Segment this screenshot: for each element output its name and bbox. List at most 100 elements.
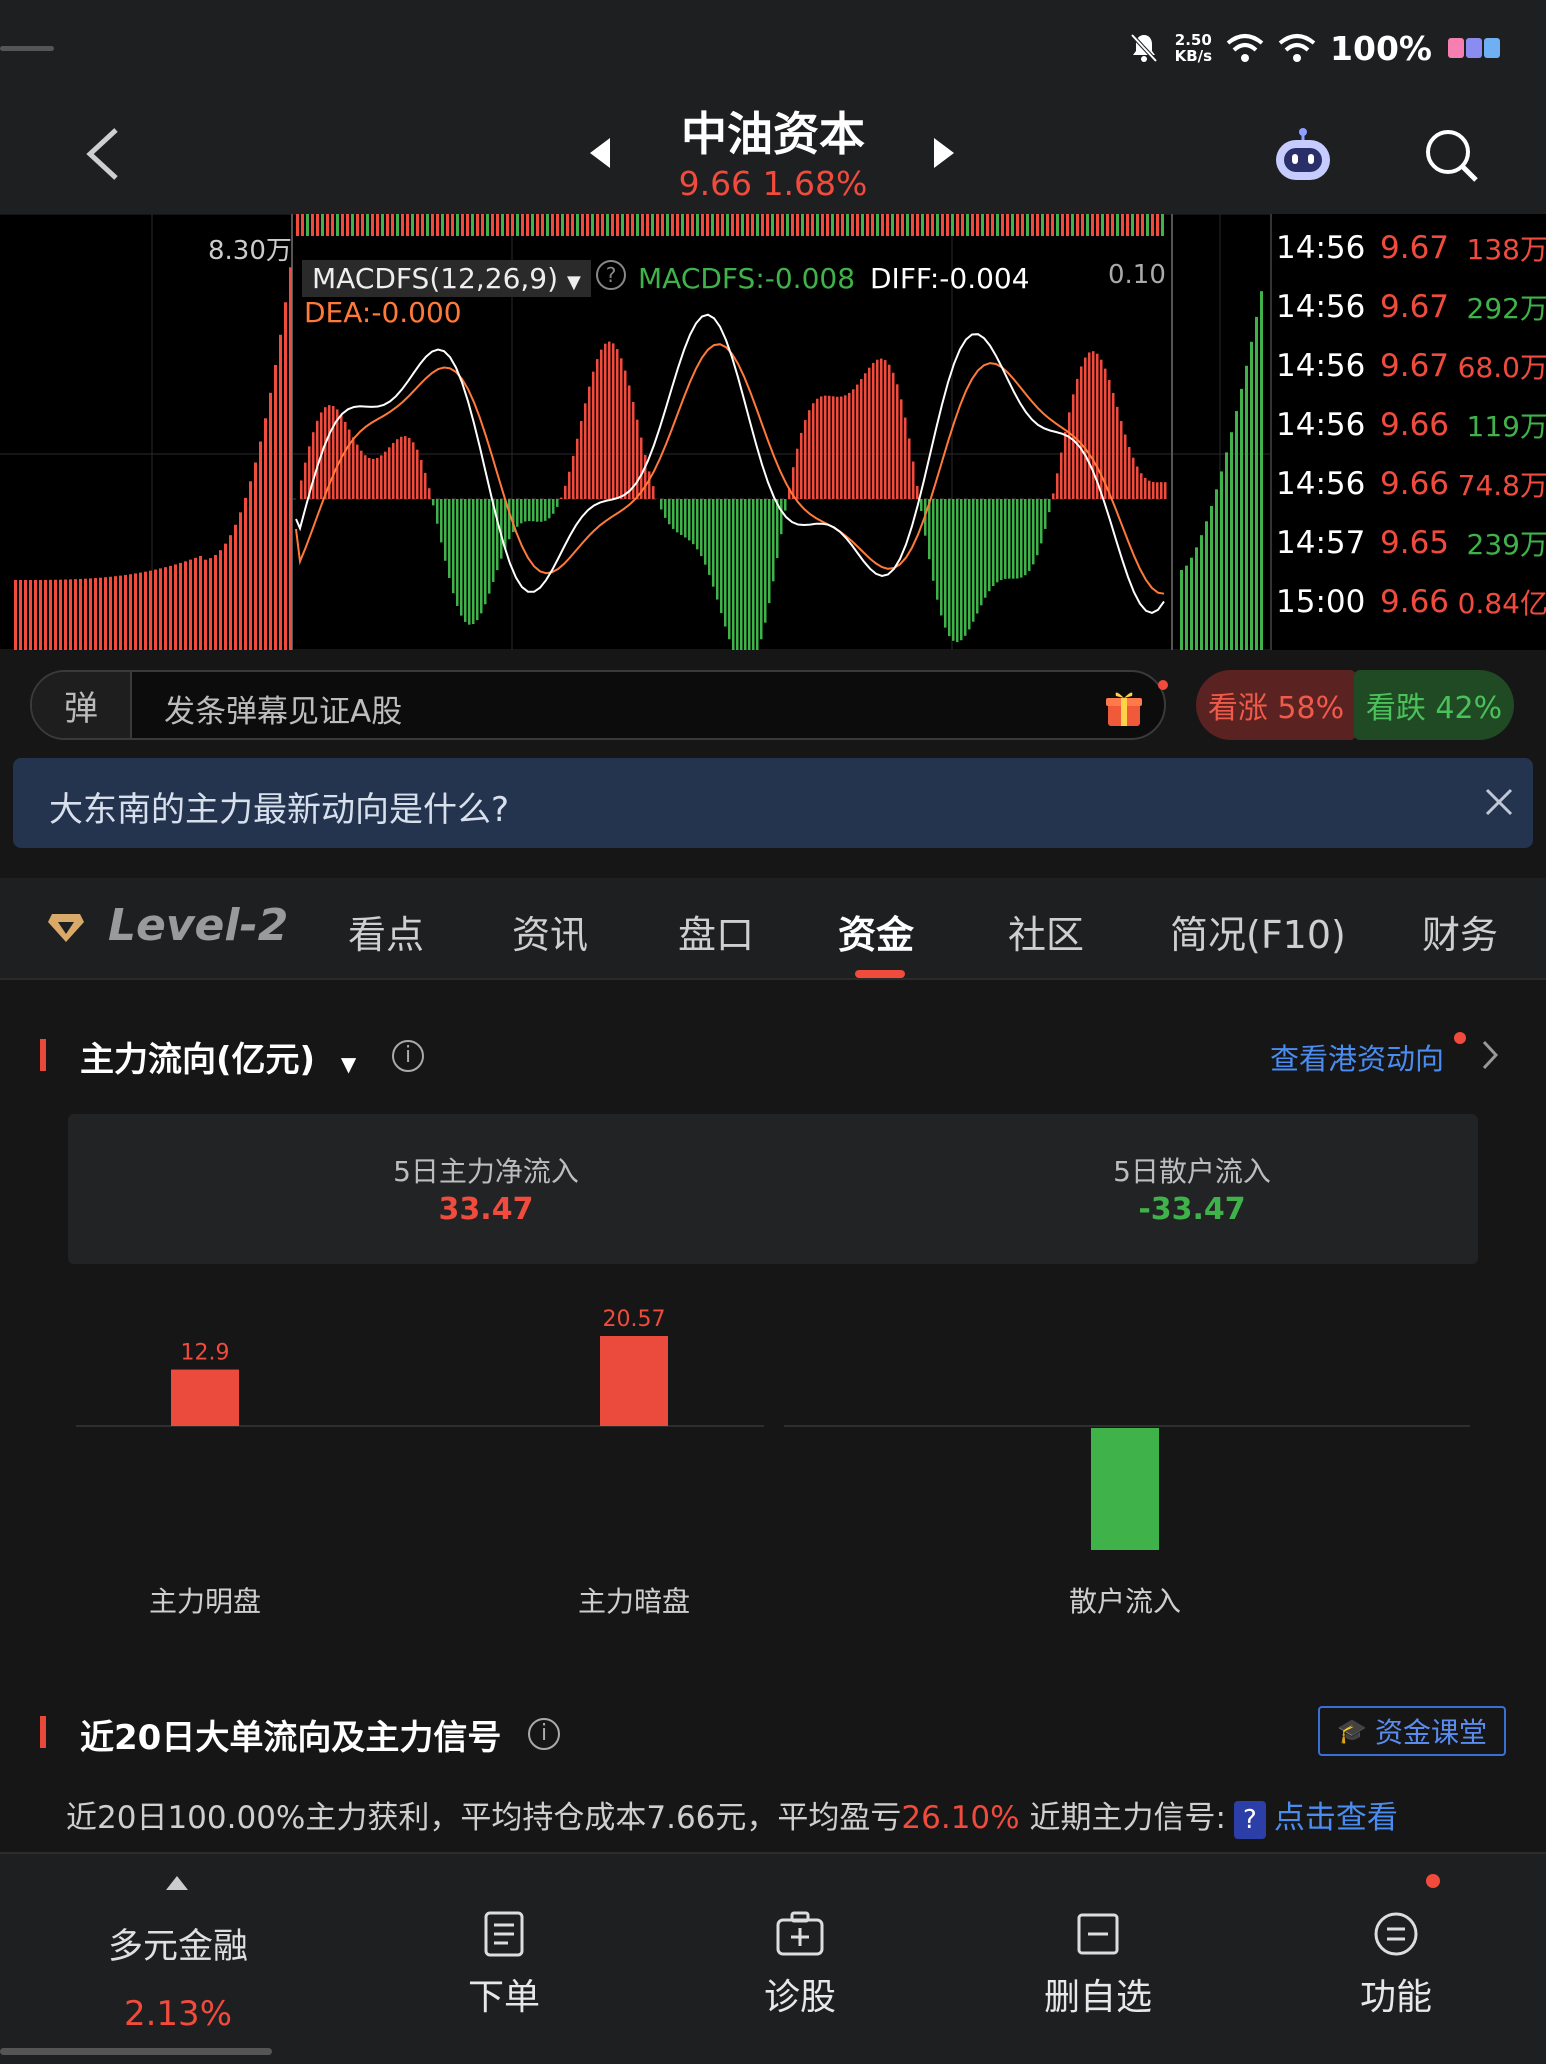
flow-bar bbox=[171, 1369, 239, 1426]
ai-robot-icon[interactable] bbox=[1272, 126, 1334, 186]
macd-bar bbox=[504, 499, 507, 549]
volume-bar bbox=[1260, 291, 1263, 650]
sector-change: 2.13% bbox=[123, 1994, 232, 2034]
question-banner[interactable]: 大东南的主力最新动向是什么? bbox=[13, 758, 1533, 848]
wifi-icon bbox=[1278, 34, 1316, 62]
volume-strip bbox=[1136, 214, 1139, 236]
volume-strip bbox=[716, 214, 719, 236]
volume-bar bbox=[1255, 316, 1258, 650]
volume-strip bbox=[936, 214, 939, 236]
volume-bar bbox=[1185, 565, 1188, 650]
macd-bar bbox=[1060, 452, 1063, 499]
volume-bar bbox=[1230, 432, 1233, 650]
next-stock-arrow-icon[interactable] bbox=[932, 136, 956, 170]
macd-bar bbox=[988, 499, 991, 592]
macd-bar bbox=[596, 359, 599, 499]
volume-strip bbox=[396, 214, 399, 236]
volume-strip bbox=[861, 214, 864, 236]
macd-bar bbox=[812, 403, 815, 499]
info-icon[interactable]: i bbox=[392, 1040, 424, 1072]
tick-volume: 68.0万 bbox=[1457, 350, 1546, 384]
volume-bar bbox=[1205, 521, 1208, 650]
macd-bar bbox=[472, 499, 475, 625]
volume-bar bbox=[234, 524, 237, 650]
macd-bar bbox=[976, 499, 979, 614]
volume-strip bbox=[986, 214, 989, 236]
chevron-down-icon: ▼ bbox=[566, 272, 581, 293]
tick-list[interactable]: 14:56 9.67 138万 14:56 9.67 292万 14:56 9.67 68.0万… bbox=[1270, 214, 1546, 650]
volume-strip bbox=[316, 214, 319, 236]
tab-highlights[interactable]: 看点 bbox=[348, 904, 424, 959]
indicator-selector[interactable]: MACDFS(12,26,9) ▼ bbox=[302, 260, 591, 297]
tick-time: 15:00 bbox=[1276, 583, 1366, 620]
volume-strip bbox=[416, 214, 419, 236]
vote-down-button[interactable]: 看跌 42% bbox=[1354, 670, 1514, 740]
info-icon[interactable]: i bbox=[528, 1718, 560, 1750]
volume-bar bbox=[64, 579, 67, 650]
volume-strip bbox=[371, 214, 374, 236]
tab-finance[interactable]: 财务 bbox=[1422, 904, 1498, 959]
tick-volume: 74.8万 bbox=[1457, 468, 1546, 502]
macd-bar bbox=[916, 485, 919, 499]
macd-bar bbox=[348, 429, 351, 499]
macd-bar bbox=[1036, 499, 1039, 556]
volume-strip bbox=[881, 214, 884, 236]
flow-title[interactable]: 主力流向(亿元) ▼ bbox=[80, 1032, 356, 1081]
tab-news[interactable]: 资讯 bbox=[512, 904, 588, 959]
macdfs-value: MACDFS:-0.008 bbox=[638, 262, 856, 295]
volume-bar bbox=[1235, 411, 1238, 650]
caret-up-icon[interactable] bbox=[166, 1876, 188, 1890]
macd-bar bbox=[312, 432, 315, 499]
macd-bar bbox=[552, 499, 555, 514]
macd-bar bbox=[1044, 499, 1047, 529]
nav-functions[interactable]: 功能 bbox=[1296, 1910, 1496, 2020]
volume-strip bbox=[1066, 214, 1069, 236]
nav-diagnose[interactable]: 诊股 bbox=[700, 1910, 900, 2020]
tab-level2[interactable]: Level-2 bbox=[108, 900, 288, 951]
volume-strip bbox=[641, 214, 644, 236]
danmu-badge[interactable]: 弹 bbox=[32, 672, 132, 738]
macd-bar bbox=[896, 384, 899, 499]
fund-course-button[interactable]: 🎓 资金课堂 bbox=[1318, 1706, 1506, 1756]
macd-bar bbox=[1156, 482, 1159, 499]
help-icon[interactable]: ? bbox=[596, 260, 626, 290]
macd-bar bbox=[860, 379, 863, 499]
tab-community[interactable]: 社区 bbox=[1008, 904, 1084, 959]
header: 中油资本 9.66 1.68% bbox=[0, 96, 1546, 214]
volume-strip bbox=[1126, 214, 1129, 236]
volume-strip bbox=[636, 214, 639, 236]
volume-strip bbox=[676, 214, 679, 236]
macd-bar bbox=[724, 499, 727, 627]
net-speed: 2.50 KB/s bbox=[1174, 31, 1213, 65]
volume-strip bbox=[1096, 214, 1099, 236]
remove-square-icon bbox=[1077, 1913, 1119, 1955]
nav-remove-watchlist[interactable]: 删自选 bbox=[998, 1910, 1198, 2020]
view-signal-link[interactable]: 点击查看 bbox=[1274, 1800, 1398, 1836]
tab-funds[interactable]: 资金 bbox=[838, 904, 914, 959]
close-icon[interactable] bbox=[1481, 784, 1517, 820]
volume-bar bbox=[194, 557, 197, 650]
vote-up-button[interactable]: 看涨 58% bbox=[1196, 670, 1356, 740]
volume-strip bbox=[786, 214, 789, 236]
volume-strip bbox=[931, 214, 934, 236]
volume-strip bbox=[516, 214, 519, 236]
search-icon[interactable] bbox=[1424, 128, 1480, 184]
sector-name[interactable]: 多元金融 bbox=[78, 1918, 278, 1969]
gift-icon[interactable] bbox=[1104, 688, 1144, 728]
main-net-label: 5日主力净流入 bbox=[393, 1155, 579, 1188]
volume-strip bbox=[856, 214, 859, 236]
macd-bar bbox=[872, 362, 875, 499]
danmu-input[interactable]: 弹 发条弹幕见证A股 bbox=[30, 670, 1168, 740]
hk-capital-link[interactable]: 查看港资动向 bbox=[1270, 1036, 1444, 1078]
tab-f10[interactable]: 简况(F10) bbox=[1170, 904, 1346, 959]
macd-bar bbox=[1136, 466, 1139, 499]
volume-bar bbox=[44, 579, 47, 650]
macd-chart[interactable]: 8.30万 MACDFS(12,26,9) ▼ ? MACDFS:-0.008 … bbox=[0, 214, 1270, 650]
nav-order[interactable]: 下单 bbox=[404, 1910, 604, 2020]
chevron-right-icon[interactable] bbox=[1480, 1038, 1500, 1072]
tick-volume: 119万 bbox=[1466, 409, 1546, 443]
tab-orderbook[interactable]: 盘口 bbox=[678, 904, 754, 959]
volume-strip bbox=[591, 214, 594, 236]
macd-bar bbox=[756, 499, 759, 650]
volume-strip bbox=[801, 214, 804, 236]
